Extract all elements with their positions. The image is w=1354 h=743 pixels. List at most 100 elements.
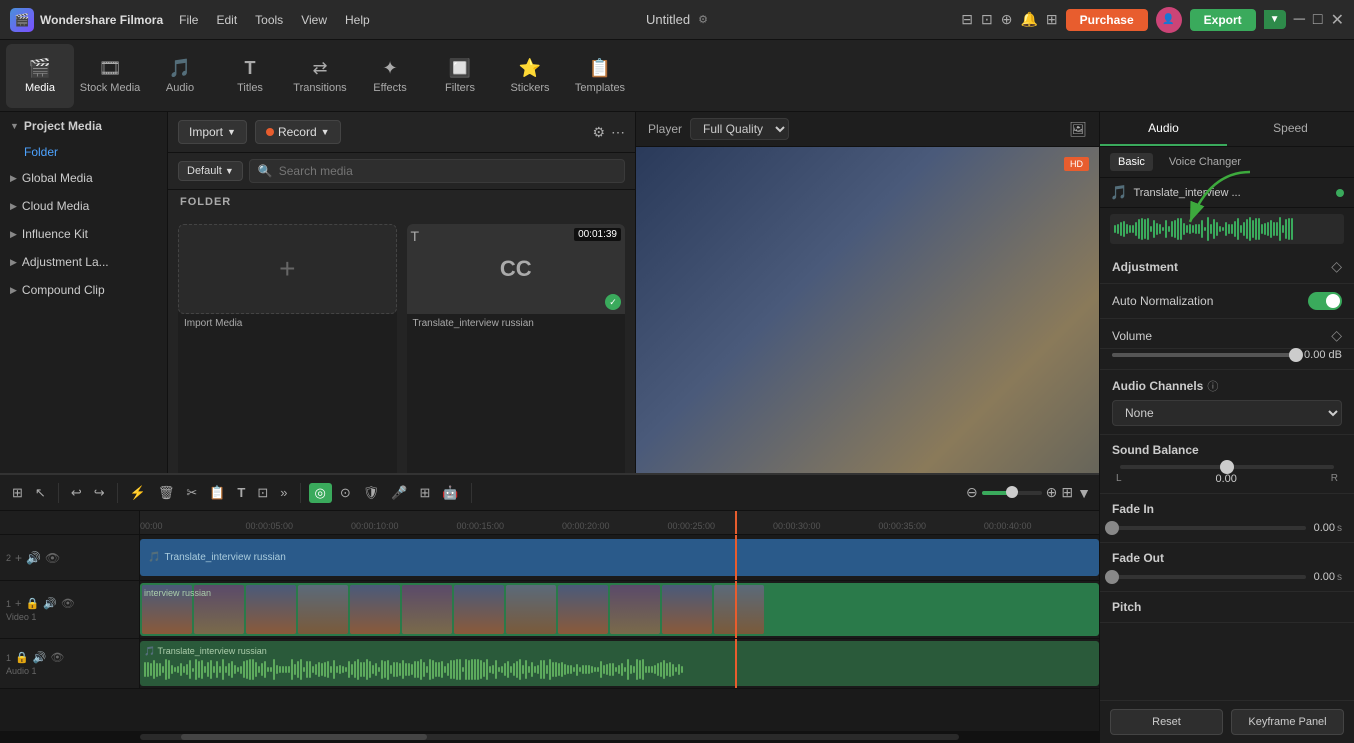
compound-clip-item[interactable]: ▶ Compound Clip (0, 276, 167, 304)
player-icon-1[interactable]: 🖼 (1069, 121, 1087, 138)
tl-grid-btn[interactable]: ⊞ (1061, 484, 1073, 501)
track1-add-btn[interactable]: + (15, 598, 21, 610)
tl-copy-btn[interactable]: 📋 (205, 483, 229, 503)
audio-vol-btn[interactable]: 🔊 (33, 651, 47, 664)
reset-button[interactable]: Reset (1110, 709, 1223, 735)
track2-add-btn[interactable]: + (15, 551, 22, 565)
track2-vis-btn[interactable]: 👁 (45, 551, 60, 565)
project-media-item[interactable]: ▼ Project Media (0, 112, 167, 140)
icon-btn-4[interactable]: 🔔 (1020, 11, 1037, 28)
export-button[interactable]: Export (1190, 9, 1256, 31)
tl-crop-btn[interactable]: ⊡ (253, 483, 272, 503)
influence-item[interactable]: ▶ Influence Kit (0, 220, 167, 248)
tab-templates[interactable]: 📋 Templates (566, 44, 634, 108)
tab-effects[interactable]: ✦ Effects (356, 44, 424, 108)
volume-thumb[interactable] (1289, 348, 1303, 362)
track1-vol-btn[interactable]: 🔊 (43, 597, 57, 610)
zoom-slider[interactable] (982, 491, 1042, 495)
subtab-voice[interactable]: Voice Changer (1161, 153, 1249, 171)
folder-item[interactable]: Folder (0, 140, 167, 164)
tl-mask-btn[interactable]: 🛡 (359, 483, 384, 503)
record-button[interactable]: Record ▼ (255, 120, 341, 144)
menu-edit[interactable]: Edit (216, 13, 237, 27)
volume-slider[interactable] (1112, 353, 1296, 357)
tab-audio[interactable]: 🎵 Audio (146, 44, 214, 108)
tl-pointer-btn[interactable]: ↖ (31, 483, 50, 503)
tl-more-btn[interactable]: » (276, 483, 291, 502)
tl-cut-btn[interactable]: ✂ (182, 483, 201, 503)
subtitle-clip[interactable]: 🎵 Translate_interview russian (140, 539, 1099, 576)
fade-in-thumb[interactable] (1105, 521, 1119, 535)
search-input[interactable] (279, 164, 616, 178)
balance-thumb[interactable] (1220, 460, 1234, 474)
tab-titles[interactable]: T Titles (216, 44, 284, 108)
subtab-basic[interactable]: Basic (1110, 153, 1153, 171)
default-btn[interactable]: Default ▼ (178, 161, 243, 181)
menu-file[interactable]: File (179, 13, 198, 27)
audio-lock-btn[interactable]: 🔒 (15, 651, 29, 664)
tl-motion-btn[interactable]: ◎ (309, 483, 332, 503)
tab-filters[interactable]: 🔲 Filters (426, 44, 494, 108)
icon-btn-1[interactable]: ⊟ (961, 11, 973, 28)
import-button[interactable]: Import ▼ (178, 120, 247, 144)
track1-lock-btn[interactable]: 🔒 (25, 597, 39, 610)
tl-delete-btn[interactable]: 🗑 (154, 483, 179, 503)
tl-text-btn[interactable]: T (233, 483, 249, 502)
fade-in-slider[interactable] (1112, 526, 1306, 530)
tl-split-btn[interactable]: ⚡ (126, 483, 150, 503)
tl-ai-btn[interactable]: 🤖 (438, 483, 462, 503)
export-dropdown[interactable]: ▼ (1264, 10, 1286, 29)
menu-view[interactable]: View (301, 13, 327, 27)
icon-btn-5[interactable]: ⊞ (1046, 11, 1058, 28)
purchase-button[interactable]: Purchase (1066, 9, 1148, 31)
maximize-btn[interactable]: □ (1313, 11, 1323, 29)
zoom-in-btn[interactable]: ⊕ (1046, 484, 1058, 501)
minimize-btn[interactable]: ─ (1294, 11, 1305, 29)
pitch-section: Pitch (1100, 592, 1354, 623)
tl-settings-btn[interactable]: ▼ (1077, 485, 1091, 501)
keyframe-panel-button[interactable]: Keyframe Panel (1231, 709, 1344, 735)
track1-vis-btn[interactable]: 👁 (61, 597, 75, 610)
icon-btn-3[interactable]: ⊕ (1001, 11, 1013, 28)
auto-norm-toggle[interactable] (1308, 292, 1342, 310)
cloud-media-item[interactable]: ▶ Cloud Media (0, 192, 167, 220)
tl-camera-btn[interactable]: ⊙ (336, 483, 355, 503)
fade-out-slider[interactable] (1112, 575, 1306, 579)
import-media-item[interactable]: + Import Media (178, 224, 397, 483)
quality-select[interactable]: Full Quality (690, 118, 789, 140)
menu-help[interactable]: Help (345, 13, 370, 27)
audio-clip-block[interactable]: 🎵 Translate_interview russian (140, 641, 1099, 686)
timeline-scrollbar[interactable] (0, 731, 1099, 743)
audio-vis-btn[interactable]: 👁 (50, 651, 64, 664)
tab-transitions[interactable]: ⇄ Transitions (286, 44, 354, 108)
more-btn[interactable]: ⋯ (611, 124, 625, 141)
zoom-out-btn[interactable]: ⊖ (966, 484, 978, 501)
filter-btn[interactable]: ⚙ (592, 124, 605, 141)
volume-diamond-icon[interactable]: ◇ (1331, 327, 1342, 344)
tab-speed-right[interactable]: Speed (1227, 112, 1354, 146)
tl-multi-btn[interactable]: ⊞ (415, 483, 434, 503)
subtitle-media-item[interactable]: CC T 00:01:39 ✓ Translate_interview russ… (407, 224, 626, 483)
scrollbar-thumb[interactable] (181, 734, 427, 740)
fade-out-thumb[interactable] (1105, 570, 1119, 584)
global-media-item[interactable]: ▶ Global Media (0, 164, 167, 192)
tl-snap-btn[interactable]: ⊞ (8, 483, 27, 503)
tl-undo-btn[interactable]: ↩ (67, 483, 86, 503)
tab-stock[interactable]: 🎞 Stock Media (76, 44, 144, 108)
balance-track[interactable] (1120, 465, 1334, 469)
tl-redo-btn[interactable]: ↪ (90, 483, 109, 503)
adjustment-item[interactable]: ▶ Adjustment La... (0, 248, 167, 276)
menu-tools[interactable]: Tools (255, 13, 283, 27)
adjustment-icon[interactable]: ◇ (1331, 258, 1342, 275)
icon-btn-2[interactable]: ⊡ (981, 11, 993, 28)
video-clip[interactable]: interview russian (140, 583, 1099, 636)
tab-media[interactable]: 🎬 Media (6, 44, 74, 108)
track2-vol-btn[interactable]: 🔊 (26, 551, 41, 565)
close-btn[interactable]: ✕ (1331, 10, 1344, 30)
tab-stickers[interactable]: ⭐ Stickers (496, 44, 564, 108)
avatar[interactable]: 👤 (1156, 7, 1182, 33)
tl-audio-btn[interactable]: 🎤 (387, 483, 411, 503)
tab-audio-right[interactable]: Audio (1100, 112, 1227, 146)
scrollbar-track[interactable] (140, 734, 959, 740)
channels-select[interactable]: None (1112, 400, 1342, 426)
